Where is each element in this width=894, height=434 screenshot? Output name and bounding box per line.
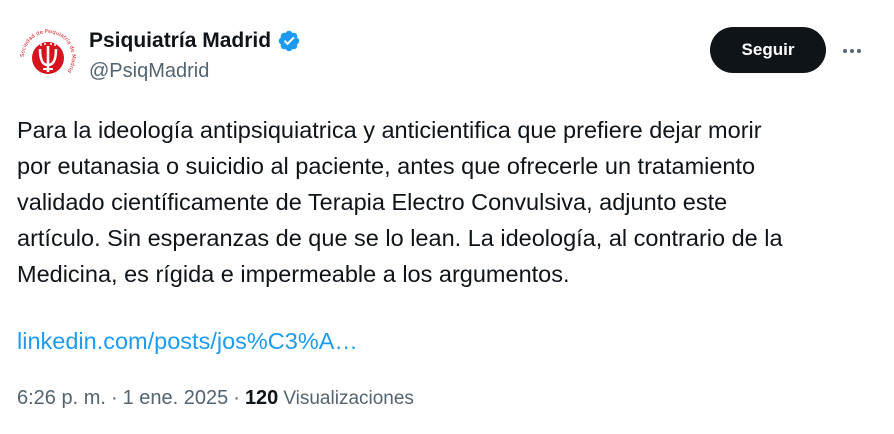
avatar[interactable]: Sociedad de Psiquiatría de Madrid (16, 25, 80, 89)
meta-separator: · (110, 387, 118, 409)
views-label: Visualizaciones (283, 388, 414, 409)
tweet-card: Sociedad de Psiquiatría de Madrid Psiqui… (0, 0, 894, 434)
follow-button[interactable]: Seguir (710, 27, 826, 73)
tweet-text: Para la ideología antipsiquiatrica y ant… (17, 117, 783, 287)
more-options-button[interactable] (834, 33, 870, 69)
tweet-date[interactable]: 1 ene. 2025 (123, 385, 229, 411)
tweet-link[interactable]: linkedin.com/posts/jos%C3%A… (17, 323, 358, 359)
verified-badge-icon[interactable] (277, 29, 301, 53)
views-count: 120 (244, 387, 279, 409)
society-logo-icon: Sociedad de Psiquiatría de Madrid (17, 26, 79, 88)
author-name-row: Psiquiatría Madrid (89, 28, 301, 54)
author-display-name[interactable]: Psiquiatría Madrid (89, 28, 271, 54)
meta-separator: · (233, 387, 240, 409)
tweet-time[interactable]: 6:26 p. m. (17, 385, 106, 411)
author-handle[interactable]: @PsiqMadrid (89, 59, 209, 83)
tweet-meta: 6:26 p. m. · 1 ene. 2025 · 120 Visualiza… (17, 385, 414, 412)
more-options-icon (843, 49, 861, 53)
